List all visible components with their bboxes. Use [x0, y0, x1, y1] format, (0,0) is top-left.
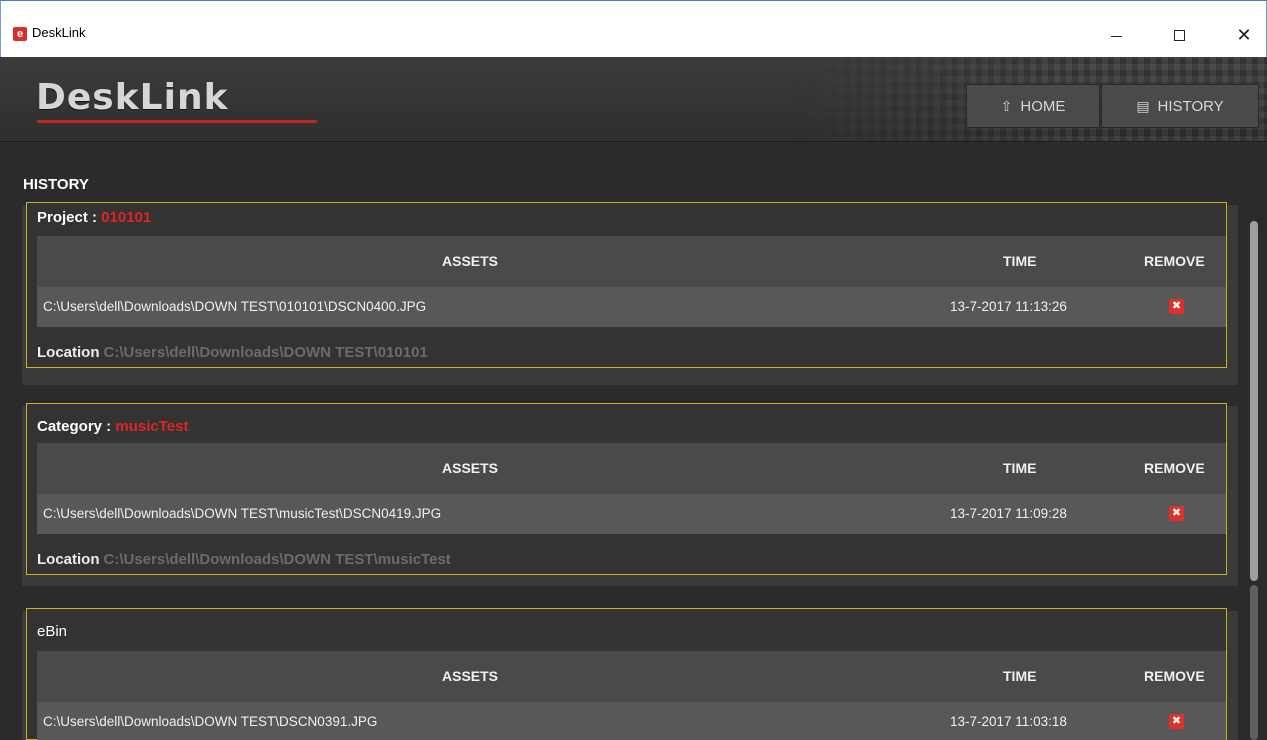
asset-time: 13-7-2017 11:09:28 [950, 506, 1067, 521]
asset-time: 13-7-2017 11:13:26 [950, 299, 1067, 314]
assets-table-header: ASSETS TIME REMOVE [37, 443, 1226, 494]
column-header-assets: ASSETS [442, 253, 499, 269]
location-label: Location [37, 551, 100, 568]
close-button[interactable]: ✕ [1221, 15, 1267, 55]
asset-time: 13-7-2017 11:03:18 [950, 714, 1067, 729]
ebin-card: eBin ASSETS TIME REMOVE C:\Users\dell\Do… [26, 608, 1227, 740]
asset-path: C:\Users\dell\Downloads\DOWN TEST\musicT… [43, 506, 442, 521]
history-button[interactable]: ▤ HISTORY [1101, 84, 1259, 128]
maximize-icon [1173, 29, 1185, 41]
card-heading: Project : 010101 [37, 209, 151, 226]
table-row: C:\Users\dell\Downloads\DOWN TEST\DSCN03… [37, 702, 1226, 740]
desklink-logo: DeskLink [36, 77, 229, 118]
page-title: HISTORY [23, 176, 89, 193]
maximize-button[interactable] [1156, 15, 1202, 55]
column-header-remove: REMOVE [1144, 253, 1205, 269]
minimize-icon [1110, 35, 1122, 37]
remove-asset-button[interactable]: ✖ [1169, 299, 1184, 314]
remove-asset-button[interactable]: ✖ [1169, 506, 1184, 521]
project-card: Project : 010101 ASSETS TIME REMOVE C:\U… [26, 202, 1227, 368]
desklink-app-icon: e [13, 27, 27, 41]
category-card: Category : musicTest ASSETS TIME REMOVE … [26, 403, 1227, 575]
minimize-button[interactable] [1093, 15, 1139, 55]
column-header-assets: ASSETS [442, 460, 499, 476]
column-header-time: TIME [1003, 668, 1037, 684]
window-title: DeskLink [32, 25, 86, 40]
close-icon: ✕ [1236, 25, 1252, 45]
location-line: Location C:\Users\dell\Downloads\DOWN TES… [37, 344, 428, 361]
card-heading: eBin [37, 623, 67, 640]
history-icon: ▤ [1136, 97, 1150, 114]
column-header-time: TIME [1003, 460, 1037, 476]
vertical-scrollbar[interactable] [1249, 215, 1259, 740]
card-heading-value: musicTest [115, 418, 189, 435]
column-header-remove: REMOVE [1144, 668, 1205, 684]
remove-asset-button[interactable]: ✖ [1169, 714, 1184, 729]
location-path: C:\Users\dell\Downloads\DOWN TEST\010101 [103, 344, 428, 361]
card-heading-value: 010101 [101, 209, 152, 226]
logo-underline [37, 120, 317, 123]
asset-path: C:\Users\dell\Downloads\DOWN TEST\010101… [43, 299, 427, 314]
app-header: DeskLink ⇧ HOME ▤ HISTORY [0, 57, 1267, 142]
history-button-label: HISTORY [1157, 97, 1224, 115]
home-icon: ⇧ [1000, 97, 1013, 114]
card-heading-label: Project : [37, 209, 102, 226]
table-row: C:\Users\dell\Downloads\DOWN TEST\010101… [37, 287, 1226, 327]
card-heading-label: Category : [37, 418, 116, 435]
scrollbar-thumb[interactable] [1250, 221, 1258, 581]
assets-table-header: ASSETS TIME REMOVE [37, 236, 1226, 287]
assets-table-header: ASSETS TIME REMOVE [37, 651, 1226, 702]
home-button-label: HOME [1020, 97, 1066, 115]
location-label: Location [37, 344, 100, 361]
column-header-remove: REMOVE [1144, 460, 1205, 476]
home-button[interactable]: ⇧ HOME [966, 84, 1100, 128]
location-path: C:\Users\dell\Downloads\DOWN TEST\musicT… [103, 551, 451, 568]
column-header-time: TIME [1003, 253, 1037, 269]
column-header-assets: ASSETS [442, 668, 499, 684]
card-heading: Category : musicTest [37, 418, 188, 435]
asset-path: C:\Users\dell\Downloads\DOWN TEST\DSCN03… [43, 714, 378, 729]
table-row: C:\Users\dell\Downloads\DOWN TEST\musicT… [37, 494, 1226, 534]
scrollbar-track[interactable] [1250, 585, 1258, 740]
location-line: Location C:\Users\dell\Downloads\DOWN TES… [37, 551, 451, 568]
window-title-bar: e DeskLink ✕ [0, 0, 1267, 57]
card-heading-label: eBin [37, 623, 68, 640]
history-content: HISTORY Project : 010101 ASSETS TIME REM… [0, 143, 1267, 740]
